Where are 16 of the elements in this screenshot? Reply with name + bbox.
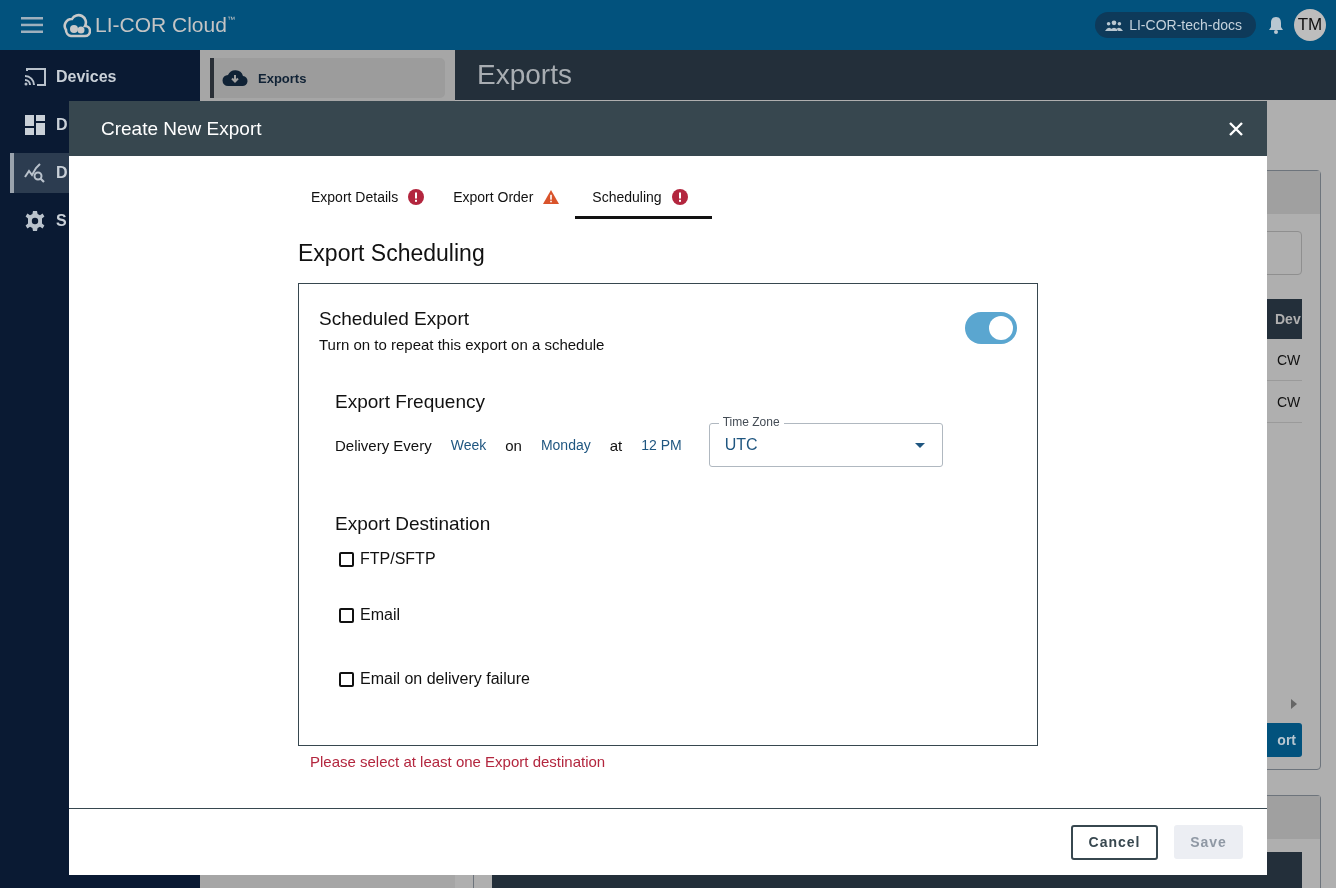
setting-title: Scheduled Export bbox=[319, 308, 470, 330]
floating-label: Time Zone bbox=[718, 415, 784, 429]
setting-description: Turn on to repeat this export on a schedule bbox=[319, 336, 605, 353]
field-label: on bbox=[505, 436, 522, 454]
field-label: at bbox=[609, 436, 623, 454]
table-cell: CW bbox=[1277, 393, 1302, 410]
app-title: LI-COR Cloud$^{™}$ bbox=[95, 13, 235, 37]
subsection-heading: Export Destination bbox=[335, 513, 492, 535]
dialog-title: Create New Export bbox=[101, 117, 262, 140]
page-title: Exports bbox=[477, 59, 572, 91]
column-header: Dev bbox=[1275, 311, 1302, 327]
table-cell: CW bbox=[1277, 351, 1302, 368]
section-heading: Export Scheduling bbox=[298, 240, 486, 267]
field-label: Delivery Every bbox=[335, 436, 432, 454]
error-message: Please select at least one Export destination bbox=[310, 753, 607, 770]
subsection-heading: Export Frequency bbox=[335, 391, 486, 413]
